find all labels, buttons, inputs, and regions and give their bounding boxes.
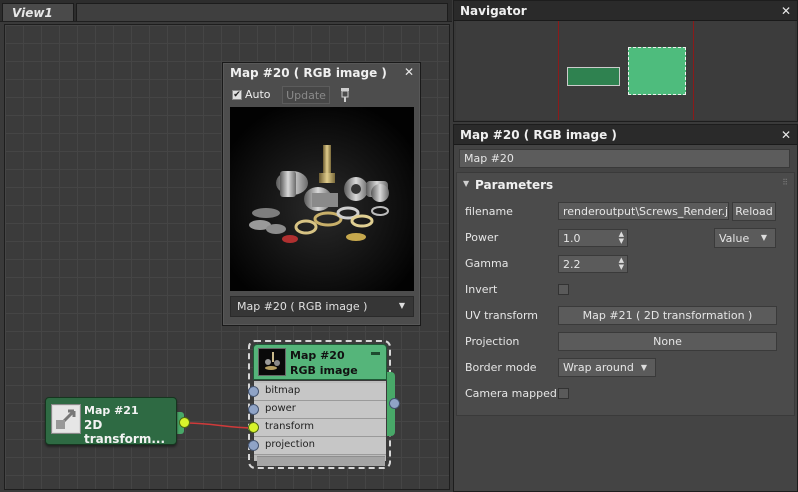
- collapse-arrow-icon[interactable]: ▼: [463, 179, 469, 188]
- socket-label: transform: [265, 421, 315, 432]
- image-thumbnail-icon: [258, 348, 286, 376]
- pin-icon[interactable]: [338, 87, 352, 103]
- invert-label: Invert: [465, 283, 498, 296]
- preview-select-value: Map #20 ( RGB image ): [237, 300, 368, 313]
- border-mode-select[interactable]: Wrap around ▼: [558, 358, 656, 377]
- camera-mapped-checkbox[interactable]: [558, 388, 569, 399]
- input-socket-transform[interactable]: [248, 422, 259, 433]
- border-mode-label: Border mode: [465, 361, 537, 374]
- projection-label: Projection: [465, 335, 520, 348]
- dropdown-arrow-icon: ▼: [760, 233, 767, 242]
- parameters-rollout: ▼ Parameters ⠿ filename renderoutput\Scr…: [456, 172, 795, 416]
- auto-label: Auto: [245, 88, 271, 101]
- dropdown-arrow-icon: ▼: [640, 363, 647, 372]
- minimize-icon[interactable]: [371, 352, 380, 355]
- socket-label: power: [265, 403, 296, 414]
- auto-checkbox[interactable]: ✔: [232, 90, 242, 100]
- socket-label: bitmap: [265, 385, 301, 396]
- spinner-icon[interactable]: ▲ ▼: [619, 231, 624, 245]
- preview-select[interactable]: Map #20 ( RGB image ) ▼: [230, 296, 414, 317]
- close-icon[interactable]: ✕: [781, 5, 791, 17]
- socket-row-power[interactable]: power: [254, 401, 386, 419]
- node-map21[interactable]: Map #21 2D transform...: [45, 397, 177, 446]
- node-title: Map #20: [290, 349, 345, 362]
- reload-button[interactable]: Reload: [732, 202, 776, 221]
- uv-transform-label: UV transform: [465, 309, 538, 322]
- socket-label: projection: [265, 439, 315, 450]
- navigator-viewport[interactable]: [456, 21, 795, 120]
- node-title: Map #21: [84, 404, 139, 417]
- navigator-bound-line: [558, 21, 559, 120]
- power-label: Power: [465, 231, 499, 244]
- dropdown-arrow-icon: ▼: [398, 301, 405, 310]
- camera-mapped-label: Camera mapped: [465, 387, 557, 400]
- gamma-label: Gamma: [465, 257, 509, 270]
- invert-checkbox[interactable]: [558, 284, 569, 295]
- power-mode-select[interactable]: Value ▼: [714, 228, 776, 248]
- view-tab[interactable]: View1: [2, 3, 74, 21]
- filename-field[interactable]: renderoutput\Screws_Render.jpg: [558, 202, 729, 220]
- input-socket-bitmap[interactable]: [248, 386, 259, 397]
- node-subtitle: 2D transform...: [84, 418, 165, 446]
- map-name-field[interactable]: Map #20: [459, 149, 790, 168]
- parameters-panel: Map #20 ( RGB image ) ✕ Map #20 ▼ Parame…: [453, 124, 798, 492]
- preview-window: Map #20 ( RGB image ) ✕ ✔ Auto Update Ma…: [222, 62, 421, 326]
- socket-row-projection[interactable]: projection: [254, 437, 386, 455]
- node-footer: [257, 456, 385, 466]
- view-tab-empty[interactable]: [76, 3, 448, 21]
- close-icon[interactable]: ✕: [404, 66, 414, 78]
- window-title: Map #20 ( RGB image ): [230, 66, 387, 80]
- close-icon[interactable]: ✕: [781, 129, 791, 141]
- gamma-spinner[interactable]: 2.2 ▲ ▼: [558, 255, 628, 273]
- node-subtitle: RGB image: [290, 364, 358, 377]
- socket-row-bitmap[interactable]: bitmap: [254, 383, 386, 401]
- power-spinner[interactable]: 1.0 ▲ ▼: [558, 229, 628, 247]
- border-mode-value: Wrap around: [563, 361, 634, 374]
- update-button[interactable]: Update: [282, 86, 330, 104]
- navigator-node-map21: [567, 67, 620, 86]
- gamma-value: 2.2: [563, 258, 581, 271]
- render-preview-image: [230, 107, 414, 291]
- navigator-title: Navigator: [454, 1, 797, 21]
- navigator-bound-line: [693, 21, 694, 120]
- transform-icon: [51, 404, 81, 434]
- power-mode-value: Value: [719, 232, 750, 245]
- rollout-title[interactable]: Parameters: [475, 178, 553, 192]
- navigator-panel: Navigator ✕: [453, 0, 798, 122]
- input-socket-power[interactable]: [248, 404, 259, 415]
- grip-icon: ⠿: [782, 178, 788, 187]
- node-map20[interactable]: Map #20 RGB image: [253, 344, 387, 380]
- projection-button[interactable]: None: [558, 332, 777, 351]
- navigator-node-map20: [628, 47, 686, 95]
- output-socket[interactable]: [179, 417, 190, 428]
- filename-label: filename: [465, 205, 513, 218]
- input-socket-projection[interactable]: [248, 440, 259, 451]
- spinner-icon[interactable]: ▲ ▼: [619, 257, 624, 271]
- output-socket[interactable]: [389, 398, 400, 409]
- node-socket-list: bitmap power transform projection: [253, 380, 387, 462]
- socket-row-transform[interactable]: transform: [254, 419, 386, 437]
- power-value: 1.0: [563, 232, 581, 245]
- uv-transform-button[interactable]: Map #21 ( 2D transformation ): [558, 306, 777, 325]
- panel-title: Map #20 ( RGB image ): [454, 125, 797, 145]
